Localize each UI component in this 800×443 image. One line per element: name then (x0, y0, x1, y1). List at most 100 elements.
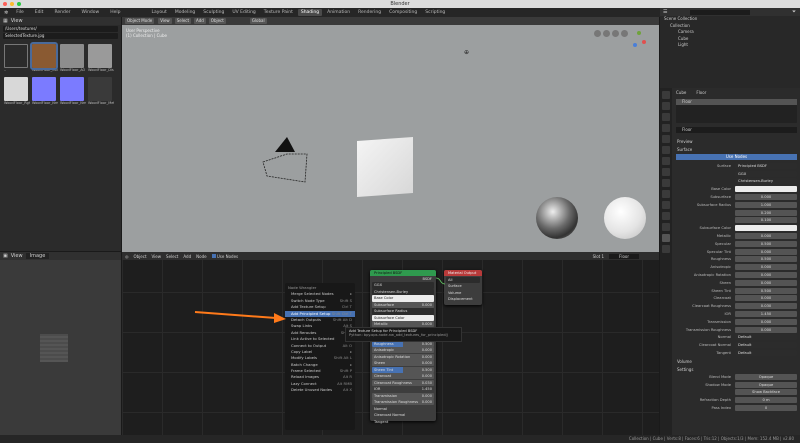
node-menu-view[interactable]: View (152, 254, 162, 259)
property-value[interactable]: 0.200 (735, 209, 797, 216)
property-row[interactable]: Subsurface Color (673, 224, 800, 232)
material-selector[interactable]: Floor (609, 253, 639, 259)
bsdf-input-row[interactable]: Clearcoat Normal (372, 412, 434, 418)
image-mode-dropdown[interactable]: Image (25, 253, 50, 259)
property-value[interactable]: 0.000 (735, 264, 797, 271)
property-value[interactable]: Show Backface (735, 389, 797, 396)
property-row[interactable]: Subsurface 0.000 (673, 193, 800, 201)
property-row[interactable]: Anisotropic Rotation 0.000 (673, 271, 800, 279)
bsdf-input-row[interactable]: Sheen Tint 0.500 (372, 366, 434, 373)
volume-section-header[interactable]: Volume (673, 357, 800, 366)
settings-section-header[interactable]: Settings (673, 366, 800, 373)
tab-sculpting[interactable]: Sculpting (200, 9, 227, 16)
viewport-menu-object[interactable]: Object (208, 18, 226, 24)
minimize-window-button[interactable] (10, 2, 14, 6)
file-thumbnail[interactable]: WoodFloor_Met (88, 77, 114, 105)
property-value[interactable]: 0.000 (735, 248, 797, 255)
bsdf-input-row[interactable]: IOR 1.450 (372, 386, 434, 392)
property-row[interactable]: Metallic 0.000 (673, 232, 800, 240)
editor-type-icon[interactable]: ▦ (3, 18, 8, 24)
object-mode-dropdown[interactable]: Object Mode (125, 18, 155, 24)
zoom-icon[interactable] (594, 30, 601, 37)
node-menu-select[interactable]: Select (166, 254, 178, 259)
property-value[interactable]: Default (735, 350, 797, 357)
view-layer-tab-icon[interactable] (662, 135, 670, 143)
bsdf-input-row[interactable]: Transmission 0.000 (372, 392, 434, 399)
bsdf-input-row[interactable]: Normal (372, 406, 434, 412)
property-row[interactable]: Subsurface Radius 1.000 (673, 201, 800, 209)
property-value[interactable]: 1.450 (735, 311, 797, 318)
property-value[interactable]: 0.030 (735, 303, 797, 310)
property-row[interactable]: Show Backface (673, 389, 800, 397)
property-row[interactable]: Transmission 0.000 (673, 318, 800, 326)
file-thumbnail[interactable]: WoodFloor_Rgh (4, 77, 30, 105)
editor-type-icon[interactable]: ☰ (663, 9, 667, 15)
bsdf-input-row[interactable]: Clearcoat 0.000 (372, 373, 434, 380)
property-value[interactable]: Opaque (735, 373, 797, 380)
view-menu[interactable]: View (11, 253, 23, 259)
constraints-tab-icon[interactable] (662, 212, 670, 220)
outliner-item[interactable]: Light (660, 42, 800, 49)
property-value[interactable]: 0 m (735, 397, 797, 404)
chrome-sphere-object[interactable] (536, 197, 578, 239)
surface-section-header[interactable]: Surface (673, 146, 800, 153)
property-row[interactable]: Clearcoat Normal Default (673, 341, 800, 349)
tab-compositing[interactable]: Compositing (386, 9, 420, 16)
property-value[interactable]: 0.000 (735, 279, 797, 286)
property-value[interactable]: Default (735, 342, 797, 349)
property-row[interactable]: Base Color (673, 185, 800, 193)
property-row[interactable]: Tangent Default (673, 349, 800, 357)
file-thumbnail[interactable]: WoodFloor_Nrm (32, 77, 58, 105)
menu-file[interactable]: File (13, 9, 27, 16)
directory-path-field[interactable]: /Users/textures/ (3, 26, 118, 32)
property-row[interactable]: IOR 1.450 (673, 310, 800, 318)
property-value[interactable]: Christensen-Burley (735, 178, 797, 185)
viewport-menu-select[interactable]: Select (174, 18, 192, 24)
property-row[interactable]: Surface Principled BSDF (673, 162, 800, 170)
particles-tab-icon[interactable] (662, 190, 670, 198)
material-output-node[interactable]: Material Output All Surface Volume Displac… (444, 270, 482, 305)
view-menu[interactable]: View (11, 18, 23, 24)
bsdf-input-row[interactable]: Transmission Roughness 0.000 (372, 399, 434, 406)
navigation-gizmo[interactable] (594, 30, 628, 37)
property-value[interactable]: 0.000 (735, 318, 797, 325)
property-value[interactable]: 0.000 (735, 295, 797, 302)
file-thumbnail[interactable]: WoodFloor_Col (30, 42, 58, 72)
camera-object[interactable] (257, 132, 317, 192)
tool-tab-icon[interactable] (662, 102, 670, 110)
property-row[interactable]: Clearcoat 0.000 (673, 295, 800, 303)
filter-icon[interactable]: ⏷ (792, 9, 800, 15)
property-row[interactable]: Shadow Mode Opaque (673, 381, 800, 389)
property-row[interactable]: Transmission Roughness 0.000 (673, 326, 800, 334)
maximize-window-button[interactable] (17, 2, 21, 6)
property-value[interactable]: 0.000 (735, 326, 797, 333)
white-sphere-object[interactable] (604, 197, 646, 239)
property-value[interactable]: Default (735, 334, 797, 341)
tab-modeling[interactable]: Modeling (172, 9, 198, 16)
property-value[interactable]: Principled BSDF (735, 162, 797, 169)
blender-logo-icon[interactable]: ✲ (4, 10, 8, 16)
bsdf-input-row[interactable]: Subsurface Color (372, 314, 434, 321)
slot-dropdown[interactable]: Slot 1 (593, 254, 604, 259)
bsdf-input-row[interactable]: Subsurface 0.000 (372, 301, 434, 309)
bsdf-output-socket[interactable]: BSDF (372, 276, 434, 282)
material-tab-icon[interactable] (662, 234, 670, 242)
file-thumbnail[interactable]: WoodFloor_AO (60, 44, 85, 72)
property-value[interactable]: 0.500 (735, 256, 797, 263)
property-value[interactable] (735, 225, 797, 232)
property-value[interactable]: 0.000 (735, 194, 797, 201)
file-thumbnail[interactable]: WoodFloor_Nrm2 (60, 77, 86, 105)
camera-view-icon[interactable] (612, 30, 619, 37)
output-tab-icon[interactable] (662, 124, 670, 132)
bsdf-input-row[interactable]: Anisotropic 0.000 (372, 347, 434, 354)
texture-tab-icon[interactable] (662, 245, 670, 253)
output-socket[interactable]: Displacement (446, 296, 480, 302)
property-row[interactable]: Refraction Depth 0 m (673, 396, 800, 404)
property-row[interactable]: Normal Default (673, 334, 800, 342)
target-dropdown[interactable]: All (446, 277, 480, 284)
use-nodes-checkbox[interactable]: Use Nodes (211, 253, 238, 259)
bsdf-input-row[interactable]: Clearcoat Roughness 0.030 (372, 379, 434, 386)
object-dropdown[interactable]: Object (134, 254, 147, 259)
perspective-toggle-icon[interactable] (621, 30, 628, 37)
tab-scripting[interactable]: Scripting (422, 9, 448, 16)
